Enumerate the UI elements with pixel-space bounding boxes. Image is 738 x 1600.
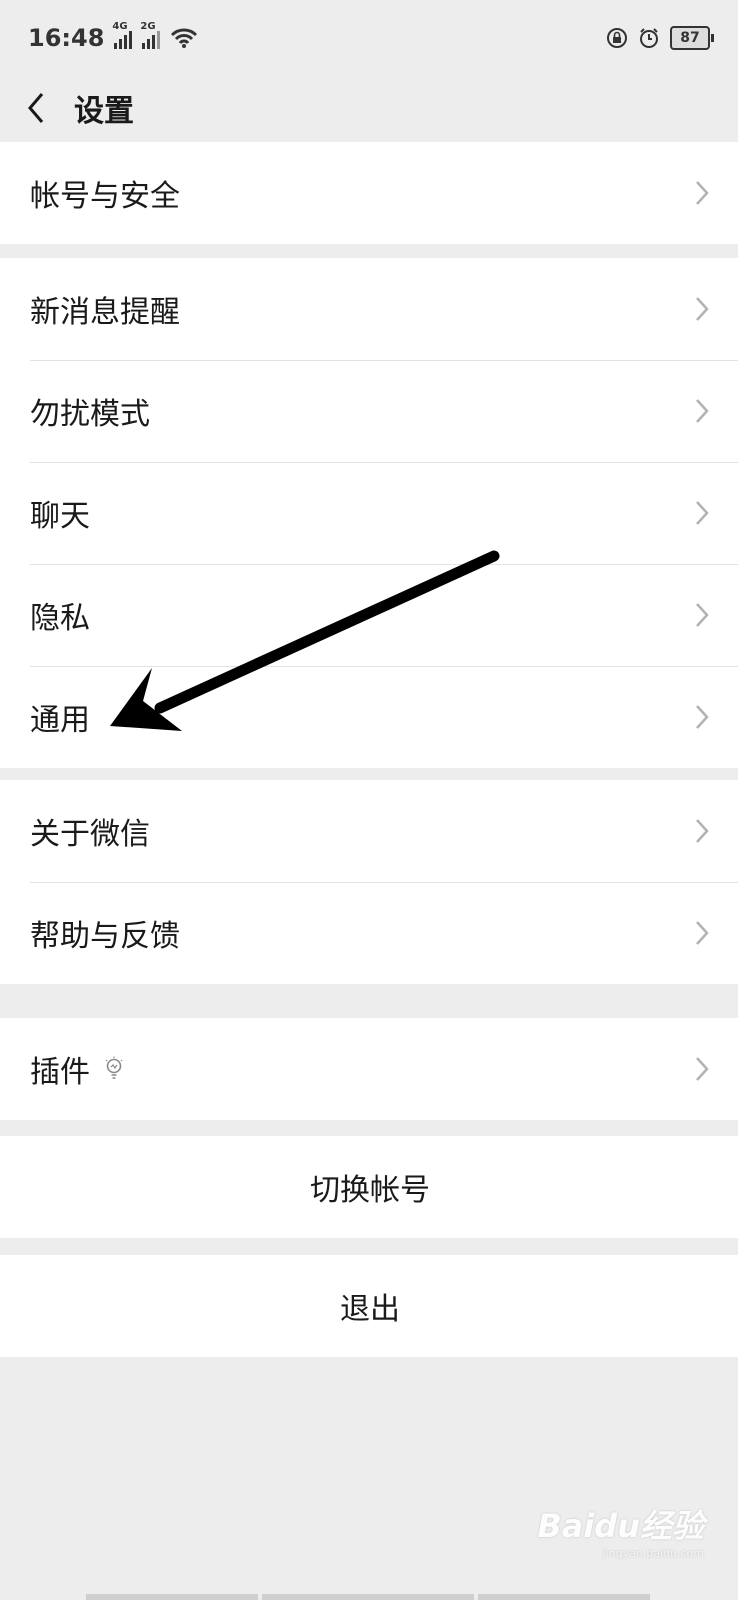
- general-row[interactable]: 通用: [0, 666, 738, 768]
- rotation-lock-icon: [607, 28, 627, 48]
- chevron-right-icon: [696, 181, 709, 205]
- logout-group: 退出: [0, 1255, 738, 1357]
- chevron-right-icon: [696, 297, 709, 321]
- nav-bar: 设置: [0, 76, 738, 140]
- logout-label: 退出: [340, 1292, 400, 1327]
- signal-4g-icon: 4G: [112, 21, 133, 49]
- row-label: 隐私: [30, 601, 90, 636]
- row-label: 通用: [30, 703, 90, 738]
- status-bar: 16:48 4G 2G 87: [0, 0, 738, 76]
- alarm-icon: [640, 28, 658, 48]
- status-left: 16:48 4G 2G: [28, 21, 198, 52]
- baidu-watermark: Baidu经验 jingyan.baidu.com: [537, 1507, 704, 1560]
- new-message-notification-row[interactable]: 新消息提醒: [0, 258, 738, 360]
- plugins-row[interactable]: 插件: [0, 1018, 738, 1120]
- page-title: 设置: [74, 94, 134, 129]
- settings-group-main: 新消息提醒 勿扰模式 聊天 隐私 通用: [0, 258, 738, 768]
- lightbulb-icon: [105, 1056, 123, 1079]
- settings-group-about: 关于微信 帮助与反馈: [0, 780, 738, 984]
- logout-button[interactable]: 退出: [0, 1255, 738, 1357]
- back-button[interactable]: [0, 76, 72, 140]
- row-label: 帐号与安全: [30, 179, 180, 214]
- chevron-right-icon: [696, 819, 709, 843]
- about-wechat-row[interactable]: 关于微信: [0, 780, 738, 882]
- row-label: 帮助与反馈: [30, 919, 180, 954]
- chevron-right-icon: [696, 501, 709, 525]
- switch-account-button[interactable]: 切换帐号: [0, 1136, 738, 1238]
- status-right: 87: [606, 26, 714, 50]
- do-not-disturb-row[interactable]: 勿扰模式: [0, 360, 738, 462]
- chat-row[interactable]: 聊天: [0, 462, 738, 564]
- switch-account-label: 切换帐号: [310, 1173, 430, 1208]
- battery-icon: 87: [670, 26, 714, 50]
- bottom-nav-hint: [262, 1594, 474, 1600]
- signal-2g-icon: 2G: [140, 21, 161, 49]
- account-security-row[interactable]: 帐号与安全: [0, 142, 738, 244]
- chevron-right-icon: [696, 399, 709, 423]
- chevron-left-icon: [28, 93, 44, 123]
- chevron-right-icon: [696, 921, 709, 945]
- row-label: 新消息提醒: [30, 295, 180, 330]
- chevron-right-icon: [696, 1057, 709, 1081]
- row-label: 插件: [30, 1047, 124, 1091]
- plugins-label: 插件: [30, 1055, 90, 1090]
- help-feedback-row[interactable]: 帮助与反馈: [0, 882, 738, 984]
- wifi-icon: [171, 28, 198, 48]
- switch-account-group: 切换帐号: [0, 1136, 738, 1238]
- bottom-nav-hint: [478, 1594, 650, 1600]
- privacy-row[interactable]: 隐私: [0, 564, 738, 666]
- settings-group-account: 帐号与安全: [0, 142, 738, 244]
- row-label: 聊天: [30, 499, 90, 534]
- settings-group-plugins: 插件: [0, 1018, 738, 1120]
- chevron-right-icon: [696, 603, 709, 627]
- chevron-right-icon: [696, 705, 709, 729]
- row-label: 勿扰模式: [30, 397, 150, 432]
- clock: 16:48: [28, 24, 105, 52]
- bottom-nav-hint: [86, 1594, 258, 1600]
- row-label: 关于微信: [30, 817, 150, 852]
